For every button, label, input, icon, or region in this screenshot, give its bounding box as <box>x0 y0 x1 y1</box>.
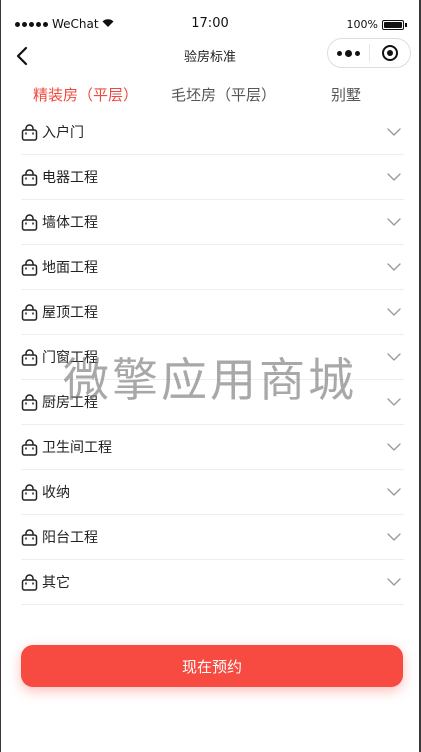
bag-icon <box>21 393 38 411</box>
chevron-down-icon[interactable] <box>386 529 402 545</box>
battery-indicator: 100% <box>347 18 407 31</box>
battery-icon <box>382 19 404 30</box>
chevron-down-icon[interactable] <box>386 574 402 590</box>
list-item[interactable]: 墙体工程 <box>21 200 404 245</box>
list-item-label: 门窗工程 <box>42 350 98 366</box>
list-item[interactable]: 门窗工程 <box>21 335 404 380</box>
list-item-label: 卫生间工程 <box>42 440 112 456</box>
bag-icon <box>21 573 38 591</box>
chevron-down-icon[interactable] <box>386 484 402 500</box>
target-icon <box>381 45 398 61</box>
status-bar: WeChat 17:00 100% <box>1 0 419 34</box>
list-item[interactable]: 卫生间工程 <box>21 425 404 470</box>
list-item[interactable]: 其它 <box>21 560 404 605</box>
chevron-down-icon[interactable] <box>386 214 402 230</box>
list-item[interactable]: 屋顶工程 <box>21 290 404 335</box>
list-item[interactable]: 电器工程 <box>21 155 404 200</box>
list-item-label: 墙体工程 <box>42 215 98 231</box>
list-item[interactable]: 收纳 <box>21 470 404 515</box>
reserve-now-button[interactable]: 现在预约 <box>21 645 403 687</box>
tab-rough-flat[interactable]: 毛坯房（平层） <box>171 84 276 105</box>
house-type-tabs: 精装房（平层） 毛坯房（平层） 别墅 <box>1 84 419 110</box>
list-item-label: 其它 <box>42 575 70 591</box>
tab-hardcover-flat[interactable]: 精装房（平层） <box>33 84 138 105</box>
bag-icon <box>21 438 38 456</box>
bag-icon <box>21 168 38 186</box>
list-item-label: 阳台工程 <box>42 530 98 546</box>
bag-icon <box>21 123 38 141</box>
chevron-down-icon[interactable] <box>386 169 402 185</box>
list-item[interactable]: 入户门 <box>21 110 404 155</box>
inspection-category-list: 入户门电器工程墙体工程地面工程屋顶工程门窗工程厨房工程卫生间工程收纳阳台工程其它 <box>21 110 404 605</box>
bag-icon <box>21 348 38 366</box>
list-item[interactable]: 厨房工程 <box>21 380 404 425</box>
chevron-down-icon[interactable] <box>386 259 402 275</box>
chevron-down-icon[interactable] <box>386 304 402 320</box>
list-item-label: 电器工程 <box>42 170 98 186</box>
bag-icon <box>21 213 38 231</box>
bag-icon <box>21 258 38 276</box>
list-item[interactable]: 地面工程 <box>21 245 404 290</box>
bag-icon <box>21 303 38 321</box>
list-item[interactable]: 阳台工程 <box>21 515 404 560</box>
list-item-label: 收纳 <box>42 485 70 501</box>
chevron-down-icon[interactable] <box>386 439 402 455</box>
battery-percent: 100% <box>346 18 378 31</box>
navigation-bar: 验房标准 <box>1 34 419 78</box>
chevron-down-icon[interactable] <box>386 394 402 410</box>
list-item-label: 屋顶工程 <box>42 305 98 321</box>
list-item-label: 地面工程 <box>42 260 98 276</box>
chevron-down-icon[interactable] <box>386 124 402 140</box>
more-button[interactable] <box>328 38 369 68</box>
bag-icon <box>21 528 38 546</box>
chevron-down-icon[interactable] <box>386 349 402 365</box>
app-screen: WeChat 17:00 100% 验房标准 精装房（平层） 毛坯房（平层） 别… <box>1 0 419 752</box>
list-item-label: 入户门 <box>42 125 84 141</box>
bag-icon <box>21 483 38 501</box>
tab-villa[interactable]: 别墅 <box>331 84 361 105</box>
more-dots-icon <box>336 50 342 56</box>
close-mini-program-button[interactable] <box>369 38 410 68</box>
list-item-label: 厨房工程 <box>42 395 98 411</box>
mini-program-capsule <box>327 38 411 68</box>
